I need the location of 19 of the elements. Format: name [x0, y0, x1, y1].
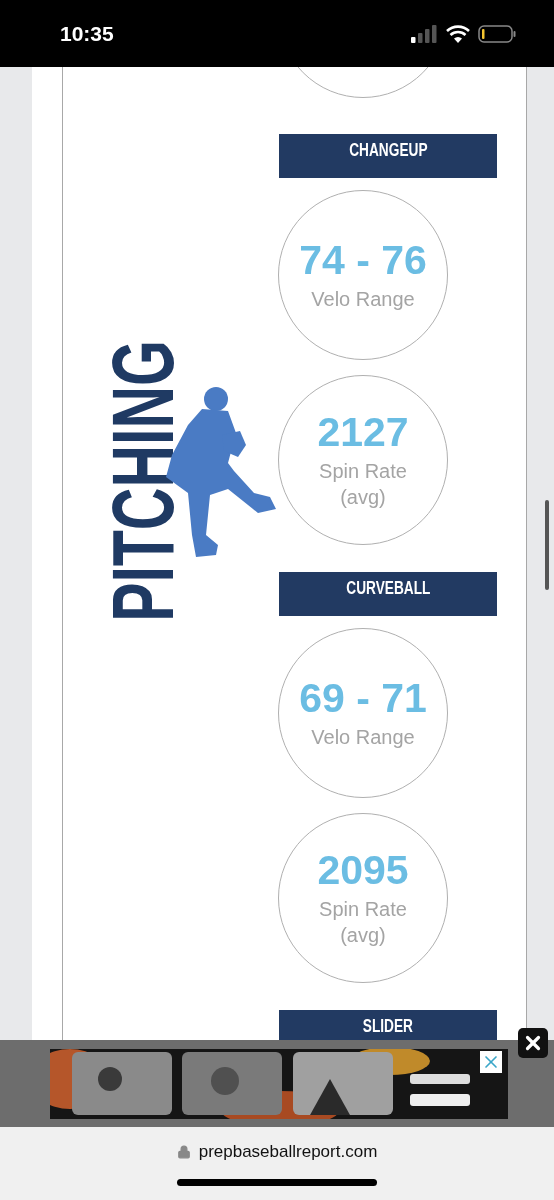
stat-value: 2127 — [317, 410, 409, 456]
stat-label: Velo Range — [310, 286, 416, 312]
pitch-header: CURVEBALL — [279, 572, 497, 616]
url-text[interactable]: prepbaseballreport.com — [198, 1142, 378, 1162]
ad-close-button[interactable] — [480, 1050, 502, 1073]
pitch-header: CHANGEUP — [279, 134, 497, 178]
stat-label: Spin Rate (avg) — [318, 458, 408, 510]
signal-icon — [411, 24, 438, 43]
close-button[interactable] — [518, 1028, 548, 1058]
lock-icon — [176, 1145, 191, 1159]
stat-value: 2095 — [317, 848, 409, 894]
battery-icon — [478, 24, 516, 43]
status-time: 10:35 — [60, 21, 115, 46]
stat-value: 74 - 76 — [299, 238, 427, 284]
stat-value: 69 - 71 — [299, 676, 427, 722]
stat-label: Velo Range — [310, 724, 416, 750]
stat-label: Spin Rate (avg) — [318, 896, 408, 948]
section-title: PITCHING — [99, 340, 187, 622]
wifi-icon — [446, 24, 470, 43]
